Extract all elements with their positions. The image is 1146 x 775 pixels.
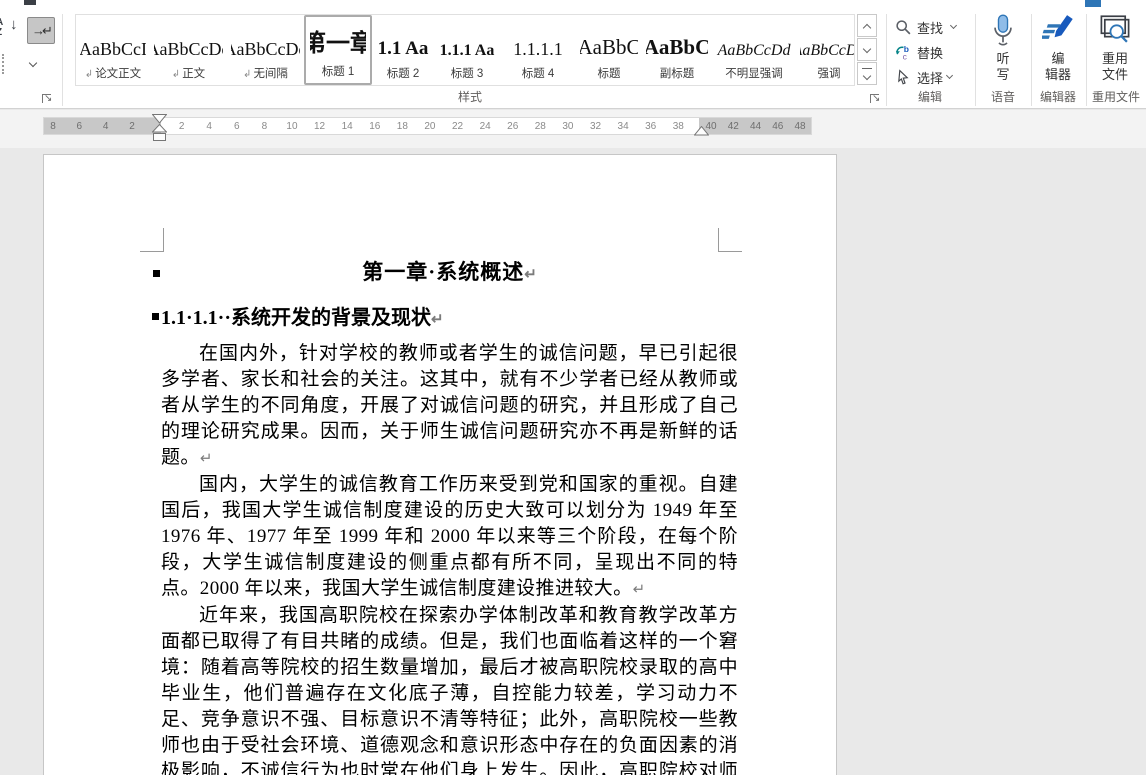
word-window: AZ ↓ →↵ ↘ AaBbCcI ↲论文正文 AaBbCcDd ↲正文 AaB… bbox=[0, 0, 1146, 775]
group-separator bbox=[975, 14, 976, 106]
style-item-heading3[interactable]: 1.1.1 Aa 标题 3 bbox=[434, 15, 500, 85]
window-chrome-remnant-blue bbox=[1085, 0, 1101, 7]
chevron-down-icon bbox=[29, 59, 37, 67]
gallery-scroll-up-button[interactable] bbox=[857, 14, 877, 37]
chevron-down-icon bbox=[863, 44, 871, 52]
chevron-up-icon bbox=[863, 23, 871, 31]
ruler-right-margin: 4042444648 bbox=[699, 118, 811, 134]
chapter-title[interactable]: 第一章·系统概述↵ bbox=[161, 258, 738, 289]
style-item-no-spacing[interactable]: AaBbCcDd ↲无间隔 bbox=[227, 15, 304, 85]
chevron-down-icon bbox=[946, 72, 953, 79]
replace-icon: b c bbox=[895, 44, 912, 61]
style-item-title[interactable]: AaBbC 标题 bbox=[576, 15, 642, 85]
svg-text:c: c bbox=[903, 51, 908, 61]
window-top-strip bbox=[0, 0, 1146, 10]
style-item-subtitle[interactable]: AaBbC 副标题 bbox=[642, 15, 712, 85]
style-item-emphasis[interactable]: AaBbCcDd 强调 bbox=[796, 15, 855, 85]
cursor-arrow-icon bbox=[895, 69, 912, 86]
gallery-more-button[interactable] bbox=[857, 62, 877, 85]
gallery-scroll-down-button[interactable] bbox=[857, 38, 877, 61]
paragraph-mark: ↵ bbox=[524, 267, 537, 283]
style-item-body[interactable]: AaBbCcDd ↲正文 bbox=[150, 15, 227, 85]
document-canvas: 第一章·系统概述↵ 1.1·1.1··系统开发的背景及现状↵ 在国内外，针对学校… bbox=[0, 148, 1146, 775]
search-icon bbox=[895, 19, 912, 36]
reuse-files-group-label: 重用文件 bbox=[1086, 88, 1146, 105]
styles-gallery: AaBbCcI ↲论文正文 AaBbCcDd ↲正文 AaBbCcDd ↲无间隔… bbox=[75, 14, 855, 86]
group-separator bbox=[62, 14, 63, 106]
window-chrome-remnant bbox=[24, 0, 36, 5]
style-item-thesis-body[interactable]: AaBbCcI ↲论文正文 bbox=[76, 15, 150, 85]
chevron-down-icon bbox=[863, 71, 871, 79]
gallery-scroll-controls bbox=[857, 14, 877, 86]
body-paragraph[interactable]: 国内，大学生的诚信教育工作历来受到党和国家的重视。自建国后，我国大学生诚信制度建… bbox=[161, 472, 738, 603]
linked-style-icon: ↲ bbox=[243, 69, 251, 80]
voice-group-label: 语音 bbox=[977, 88, 1029, 105]
editor-pen-icon bbox=[1042, 14, 1074, 48]
body-paragraph[interactable]: 在国内外，针对学校的教师或者学生的诚信问题，早已引起很多学者、家长和社会的关注。… bbox=[161, 341, 738, 472]
group-separator bbox=[886, 14, 887, 106]
reuse-files-button[interactable]: 重用 文件 bbox=[1089, 14, 1141, 94]
linked-style-icon: ↲ bbox=[85, 69, 93, 80]
dictate-button[interactable]: 听 写 bbox=[977, 14, 1029, 94]
body-paragraph[interactable]: 近年来，我国高职院校在探索办学体制改革和教育教学改革方面都已取得了有目共睹的成绩… bbox=[161, 603, 738, 775]
body-paragraphs: 在国内外，针对学校的教师或者学生的诚信问题，早已引起很多学者、家长和社会的关注。… bbox=[161, 341, 738, 775]
section-heading[interactable]: 1.1·1.1··系统开发的背景及现状↵ bbox=[161, 306, 738, 333]
styles-dialog-launcher[interactable]: ↘ bbox=[870, 94, 882, 106]
ruler-zone: 8642 2468101214161820222426283032343638 … bbox=[0, 110, 1146, 148]
microphone-icon bbox=[988, 14, 1018, 48]
paragraph-dialog-launcher[interactable]: ↘ bbox=[42, 94, 54, 106]
editor-button[interactable]: 编 辑器 bbox=[1032, 14, 1084, 94]
hanging-indent-left-indent-marker[interactable] bbox=[152, 124, 167, 142]
sort-icon[interactable]: AZ ↓ bbox=[0, 18, 24, 44]
document-content[interactable]: 第一章·系统概述↵ 1.1·1.1··系统开发的背景及现状↵ 在国内外，针对学校… bbox=[44, 155, 837, 775]
chevron-down-icon bbox=[950, 22, 957, 29]
style-item-heading4[interactable]: 1.1.1.1 标题 4 bbox=[500, 15, 576, 85]
editing-group-label: 编辑 bbox=[895, 88, 965, 105]
paragraph-mark: ↵ bbox=[431, 312, 444, 328]
replace-button[interactable]: b c 替换 bbox=[895, 40, 943, 64]
reuse-files-icon bbox=[1098, 14, 1132, 48]
right-indent-marker[interactable] bbox=[694, 126, 709, 136]
first-line-indent-marker[interactable] bbox=[152, 114, 167, 124]
ruler-text-area: 2468101214161820222426283032343638 bbox=[161, 118, 699, 134]
document-page[interactable]: 第一章·系统概述↵ 1.1·1.1··系统开发的背景及现状↵ 在国内外，针对学校… bbox=[43, 154, 837, 775]
style-item-heading2[interactable]: 1.1 Aa 标题 2 bbox=[372, 15, 434, 85]
style-item-subtle-emphasis[interactable]: AaBbCcDd 不明显强调 bbox=[712, 15, 796, 85]
linked-style-icon: ↲ bbox=[172, 69, 180, 80]
find-button[interactable]: 查找 bbox=[895, 15, 956, 39]
borders-icon bbox=[2, 54, 5, 74]
editor-group-label: 编辑器 bbox=[1032, 88, 1084, 105]
launcher-arrow-icon: ↘ bbox=[872, 93, 880, 104]
ruler-left-margin: 8642 bbox=[44, 118, 161, 134]
select-button[interactable]: 选择 bbox=[895, 65, 952, 89]
launcher-arrow-icon: ↘ bbox=[44, 93, 52, 104]
style-item-heading1-selected[interactable]: 第一章 标题 1 bbox=[304, 15, 372, 85]
show-hide-marks-toggle[interactable]: →↵ bbox=[27, 17, 55, 44]
ribbon-home-tab-area: AZ ↓ →↵ ↘ AaBbCcI ↲论文正文 AaBbCcDd ↲正文 AaB… bbox=[0, 10, 1146, 109]
styles-group-label: 样式 bbox=[380, 88, 560, 105]
borders-split-button-partial[interactable] bbox=[0, 54, 38, 76]
